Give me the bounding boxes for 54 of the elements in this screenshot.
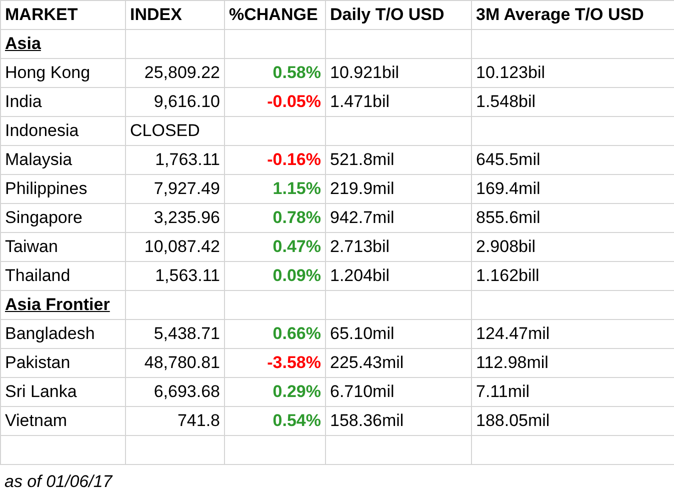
table-cell: 48,780.81 — [126, 348, 224, 378]
column-header: 3M Average T/O USD — [472, 0, 674, 30]
table-cell: Singapore — [0, 204, 126, 232]
table-cell: 1,763.11 — [126, 146, 224, 174]
table-cell: 0.78% — [224, 204, 326, 232]
table-cell: 1.15% — [224, 174, 326, 204]
table-cell: 7,927.49 — [126, 174, 224, 204]
table-cell: 9,616.10 — [126, 88, 224, 116]
table-cell: 6.710mil — [326, 378, 472, 406]
table-cell: 942.7mil — [326, 204, 472, 232]
table-cell: -0.16% — [224, 146, 326, 174]
table-cell: Philippines — [0, 174, 126, 204]
table-cell: 1.471bil — [326, 88, 472, 116]
table-cell: 0.66% — [224, 320, 326, 348]
column-header: INDEX — [126, 0, 224, 30]
table-cell: 0.54% — [224, 406, 326, 436]
table-cell: Pakistan — [0, 348, 126, 378]
table-cell: Hong Kong — [0, 58, 126, 88]
table-cell: -0.05% — [224, 88, 326, 116]
table-cell: Sri Lanka — [0, 378, 126, 406]
table-cell: 0.47% — [224, 232, 326, 262]
table-cell: 3,235.96 — [126, 204, 224, 232]
column-header: Daily T/O USD — [326, 0, 472, 30]
table-cell: Taiwan — [0, 232, 126, 262]
section-heading: Asia — [0, 30, 126, 58]
table-cell: CLOSED — [126, 116, 224, 146]
section-heading: Asia Frontier — [0, 290, 126, 320]
table-cell: 219.9mil — [326, 174, 472, 204]
table-cell: 225.43mil — [326, 348, 472, 378]
table-cell: India — [0, 88, 126, 116]
table-cell: 10,087.42 — [126, 232, 224, 262]
table-cell: 10.921bil — [326, 58, 472, 88]
table-cell: Vietnam — [0, 406, 126, 436]
table-cell: 1,563.11 — [126, 262, 224, 290]
table-cell: 2.713bil — [326, 232, 472, 262]
footnote: as of 01/06/17 — [0, 464, 674, 494]
table-cell: 158.36mil — [326, 406, 472, 436]
table-cell: 0.09% — [224, 262, 326, 290]
table-cell: Indonesia — [0, 116, 126, 146]
table-cell: 65.10mil — [326, 320, 472, 348]
table-cell: 6,693.68 — [126, 378, 224, 406]
table-cell: 0.58% — [224, 58, 326, 88]
table-cell: 521.8mil — [326, 146, 472, 174]
column-header: MARKET — [0, 0, 126, 30]
table-cell: 1.204bil — [326, 262, 472, 290]
table-cell: 741.8 — [126, 406, 224, 436]
table-cell: -3.58% — [224, 348, 326, 378]
table-cell: Malaysia — [0, 146, 126, 174]
column-header: %CHANGE — [224, 0, 326, 30]
table-cell: 0.29% — [224, 378, 326, 406]
table-cell: 5,438.71 — [126, 320, 224, 348]
table-cell: 25,809.22 — [126, 58, 224, 88]
table-cell: Bangladesh — [0, 320, 126, 348]
table-cell: Thailand — [0, 262, 126, 290]
